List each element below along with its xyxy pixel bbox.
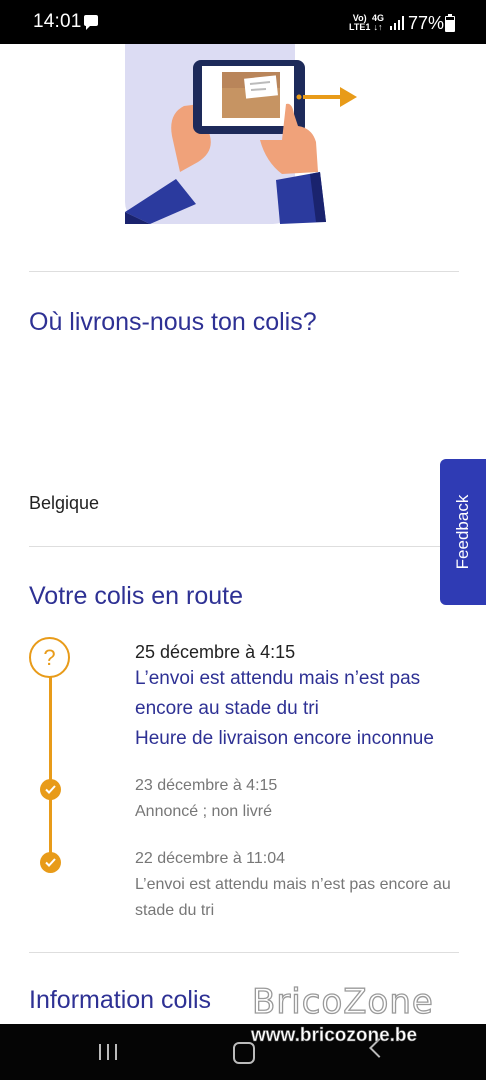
battery-percent: 77% xyxy=(408,13,445,33)
message-notification-icon xyxy=(84,15,98,30)
feedback-label: Feedback xyxy=(453,494,472,570)
battery-icon xyxy=(445,14,455,32)
timeline-line xyxy=(49,677,52,862)
watermark-brand: BricoZone xyxy=(251,981,434,1022)
recent-apps-icon[interactable] xyxy=(99,1044,119,1060)
check-icon xyxy=(40,852,61,873)
feedback-button[interactable]: Feedback xyxy=(440,459,486,605)
watermark-url: www.bricozone.be xyxy=(251,1025,418,1047)
event-description: Annoncé ; non livré xyxy=(135,803,272,820)
event-date: 22 décembre à 11:04 xyxy=(135,850,286,867)
event-date: 23 décembre à 4:15 xyxy=(135,777,278,794)
clock: 14:01 xyxy=(33,11,82,32)
section-divider xyxy=(29,952,459,953)
section-divider xyxy=(29,271,459,272)
network-type: 4G ↓↑ xyxy=(372,13,385,32)
current-event-status: L’envoi est attendu mais n’est pas encor… xyxy=(135,668,434,749)
tracking-heading: Votre colis en route xyxy=(29,582,244,610)
question-mark-icon: ? xyxy=(29,637,70,678)
signal-icon xyxy=(390,16,404,30)
section-divider xyxy=(29,546,459,547)
package-info-heading: Information colis xyxy=(29,986,212,1014)
tablet-package-illustration xyxy=(125,44,357,224)
status-bar: 14:01 Vo) LTE1 4G ↓↑ 77% xyxy=(0,0,486,44)
current-event-date: 25 décembre à 4:15 xyxy=(135,642,296,662)
event-description: L’envoi est attendu mais n’est pas encor… xyxy=(135,876,451,919)
check-icon xyxy=(40,779,61,800)
volte-indicator: Vo) LTE1 xyxy=(349,13,371,32)
delivery-heading: Où livrons-nous ton colis? xyxy=(29,308,317,336)
delivery-country: Belgique xyxy=(29,493,100,513)
